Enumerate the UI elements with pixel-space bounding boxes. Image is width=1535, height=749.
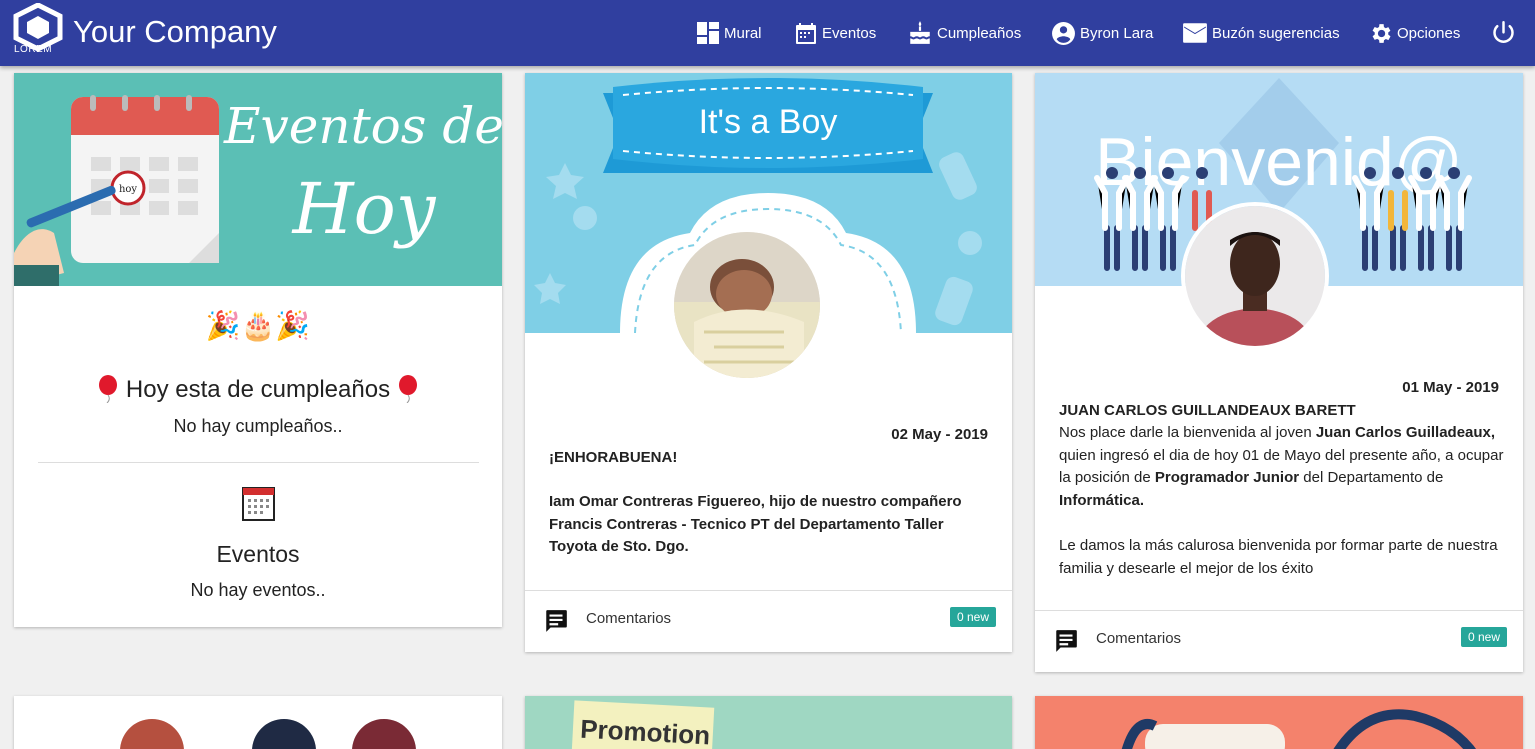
boy-banner-text: It's a Boy bbox=[699, 103, 838, 141]
nav-buzon[interactable]: Buzón sugerencias bbox=[1182, 19, 1340, 47]
promotion-card: Promotion bbox=[525, 696, 1012, 749]
welcome-text: del Departamento de bbox=[1299, 469, 1444, 486]
nav-profile[interactable]: Byron Lara bbox=[1051, 19, 1153, 47]
post-date: 02 May - 2019 bbox=[891, 426, 988, 443]
comment-icon bbox=[1056, 630, 1077, 652]
post-date: 01 May - 2019 bbox=[1402, 379, 1499, 396]
people-illustration bbox=[120, 719, 416, 749]
logo-text: LOREM bbox=[14, 44, 53, 55]
brand-title[interactable]: Your Company bbox=[73, 14, 277, 50]
nav-opciones-label: Opciones bbox=[1397, 24, 1461, 42]
no-events-text: No hay eventos.. bbox=[190, 580, 326, 600]
events-title: Eventos bbox=[216, 541, 300, 567]
nav-mural-label: Mural bbox=[724, 24, 762, 42]
calendar-icon bbox=[796, 23, 816, 44]
events-banner: hoy Eventos de Hoy bbox=[14, 73, 502, 286]
events-banner-illustration: hoy Eventos de Hoy bbox=[14, 73, 502, 286]
birthday-title-row: Hoy esta de cumpleaños bbox=[14, 375, 502, 404]
nav-cumpleanos[interactable]: Cumpleaños bbox=[907, 19, 1021, 47]
employee-avatar bbox=[1181, 202, 1329, 350]
new-comments-badge: 0 new bbox=[1460, 627, 1507, 647]
balloon-icon bbox=[99, 375, 118, 403]
mail-icon bbox=[1183, 23, 1207, 43]
employee-name-inline: Juan Carlos Guilladeaux, bbox=[1315, 424, 1496, 441]
promotion-banner: Promotion bbox=[571, 700, 715, 749]
dashboard-icon bbox=[697, 22, 719, 44]
promotion-text: Promotion bbox=[580, 714, 711, 749]
calendar-emoji-icon bbox=[242, 487, 275, 521]
employee-photo bbox=[1185, 206, 1325, 346]
welcome-text: Nos place darle la bienvenida al joven bbox=[1059, 424, 1316, 441]
welcome-paragraph-2: Le damos la más calurosa bienvenida por … bbox=[1059, 537, 1498, 577]
top-navbar: LOREM Your Company Mural Eventos Cumplea… bbox=[0, 0, 1535, 66]
divider bbox=[38, 462, 479, 463]
nav-cumpleanos-label: Cumpleaños bbox=[937, 24, 1022, 42]
employee-name: JUAN CARLOS GUILLANDEAUX BARETT bbox=[1059, 402, 1356, 419]
nav-opciones[interactable]: Opciones bbox=[1368, 19, 1460, 47]
nav-mural[interactable]: Mural bbox=[696, 19, 762, 47]
comments-bar[interactable]: Comentarios 0 new bbox=[525, 590, 1012, 652]
post-heading: ¡ENHORABUENA! bbox=[549, 449, 678, 466]
nav-eventos-label: Eventos bbox=[822, 24, 877, 42]
nav-eventos[interactable]: Eventos bbox=[794, 19, 876, 47]
comment-icon bbox=[546, 610, 567, 632]
balloon-icon bbox=[398, 375, 417, 403]
gear-icon bbox=[1372, 23, 1391, 43]
post-card bbox=[1035, 696, 1523, 749]
birth-announcement-card: It's a Boy 02 May - 2019 ¡ENHORABUENA! I… bbox=[525, 73, 1012, 652]
comments-label: Comentarios bbox=[1096, 630, 1182, 647]
party-emojis: 🎉🎂🎉 bbox=[205, 310, 311, 341]
nav-buzon-label: Buzón sugerencias bbox=[1212, 24, 1340, 42]
baby-avatar bbox=[674, 232, 820, 378]
baby-photo bbox=[674, 232, 820, 378]
banner-title-line2: Hoy bbox=[291, 168, 437, 250]
comments-bar[interactable]: Comentarios 0 new bbox=[1035, 610, 1523, 672]
no-birthdays-text: No hay cumpleaños.. bbox=[173, 416, 343, 436]
post-banner-illustration bbox=[1121, 709, 1477, 749]
cake-icon bbox=[910, 21, 930, 44]
nav-profile-label: Byron Lara bbox=[1080, 24, 1154, 42]
banner-hoy-text: hoy bbox=[119, 184, 137, 195]
events-today-card: hoy Eventos de Hoy 🎉🎂🎉 Hoy esta de cumpl… bbox=[14, 73, 502, 627]
power-icon[interactable] bbox=[1490, 20, 1517, 47]
birthday-title: Hoy esta de cumpleaños bbox=[125, 376, 391, 403]
position-name: Programador Junior bbox=[1154, 469, 1300, 486]
banner-title-line1: Eventos de bbox=[223, 97, 502, 155]
post-card bbox=[14, 696, 502, 749]
welcome-paragraph-1: Nos place darle la bienvenida al joven J… bbox=[1059, 422, 1504, 512]
comments-label: Comentarios bbox=[586, 610, 672, 627]
new-comments-badge: 0 new bbox=[949, 607, 996, 627]
account-circle-icon bbox=[1052, 21, 1075, 45]
welcome-card: Bienvenid@ 01 May - 2019 JUAN CARLOS GUI… bbox=[1035, 73, 1523, 672]
post-body: Iam Omar Contreras Figuereo, hijo de nue… bbox=[549, 493, 962, 555]
department-name: Informática. bbox=[1059, 491, 1145, 509]
